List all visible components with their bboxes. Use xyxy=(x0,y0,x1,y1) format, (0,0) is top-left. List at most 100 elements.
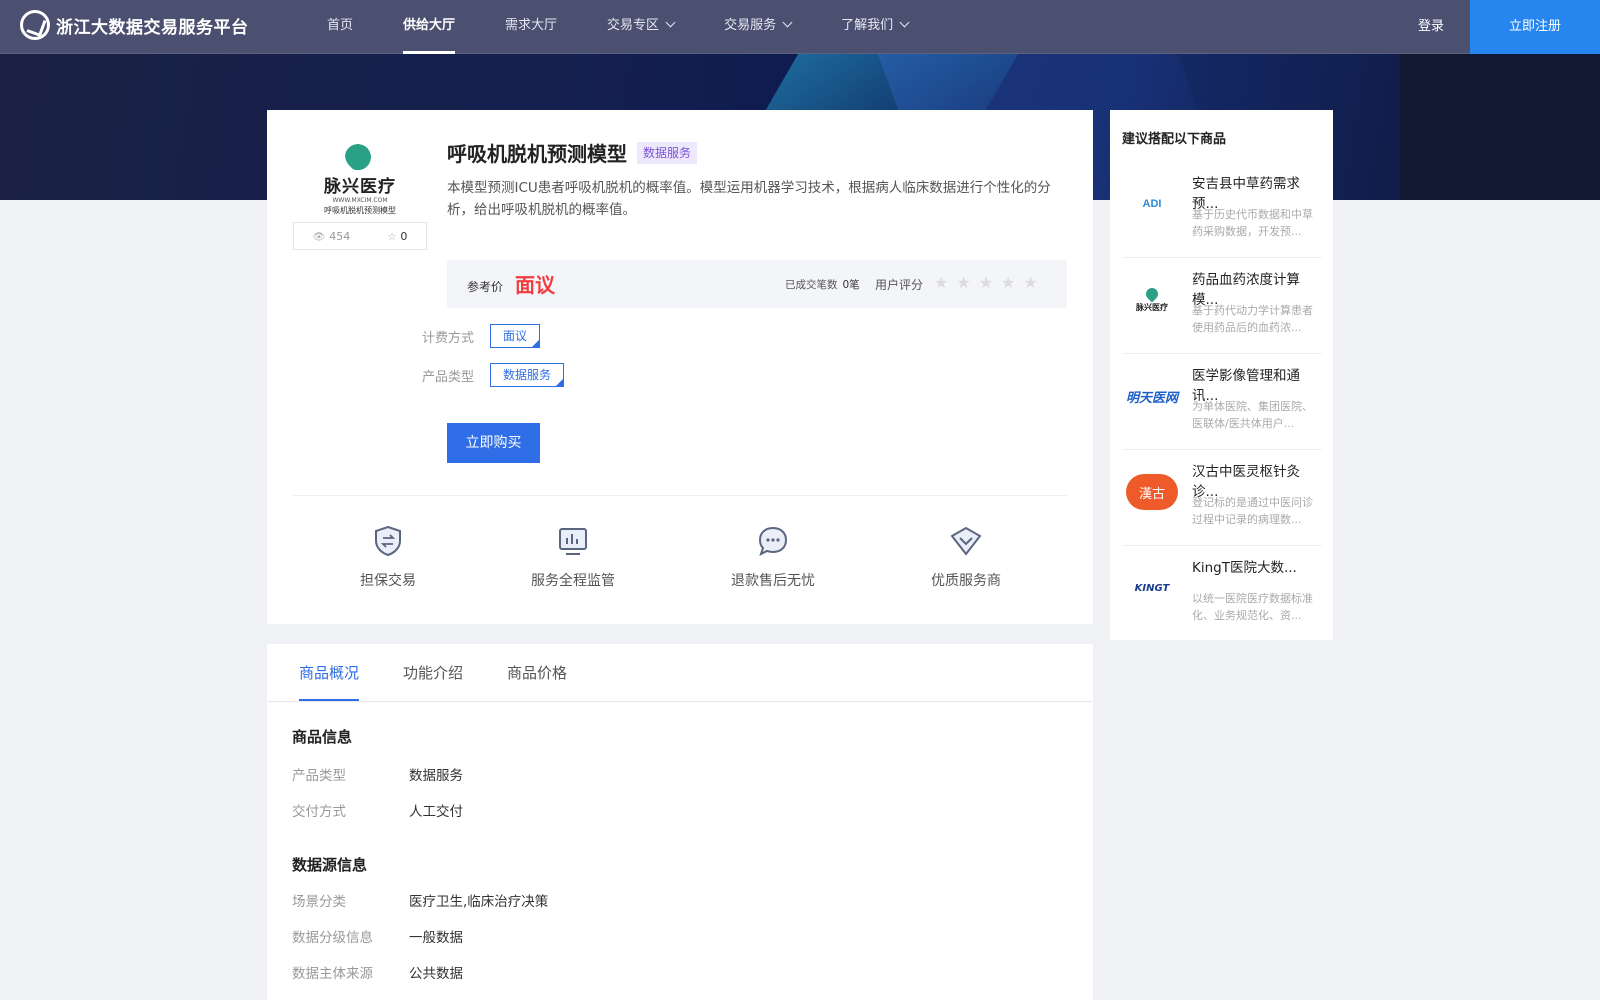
feature-supervision: 服务全程监管 xyxy=(513,524,633,590)
shield-exchange-icon xyxy=(375,525,401,557)
price-label: 参考价 xyxy=(467,280,504,294)
feature-label: 服务全程监管 xyxy=(531,573,615,589)
recommend-item[interactable]: ADI 安吉县中草药需求预... 基于历史代币数据和中草药采购数据，开发预... xyxy=(1122,162,1322,258)
detail-value: 一般数据 xyxy=(409,930,463,946)
logo-icon xyxy=(20,10,50,40)
feature-refund: 退款售后无忧 xyxy=(713,524,833,590)
logo-text: 浙江大数据交易服务平台 xyxy=(56,17,249,38)
product-title: 呼吸机脱机预测模型 xyxy=(447,142,627,166)
chevron-down-icon xyxy=(665,17,676,28)
recommend-item[interactable]: 脉兴医疗 药品血药浓度计算模... 基于药代动力学计算患者使用药品后的血药浓..… xyxy=(1122,258,1322,354)
logo-text: 明天医网 xyxy=(1125,390,1178,406)
main-nav: 首页 供给大厅 需求大厅 交易专区 交易服务 了解我们 xyxy=(327,0,958,54)
deals-label: 已成交笔数 xyxy=(785,279,838,291)
chevron-down-icon xyxy=(782,17,793,28)
views-value: 454 xyxy=(329,229,351,243)
nav-item-trade-service[interactable]: 交易服务 xyxy=(724,0,793,54)
nav-item-trade-zone[interactable]: 交易专区 xyxy=(607,0,676,54)
logo-text: ADI xyxy=(1142,198,1162,210)
tab-pricing[interactable]: 商品价格 xyxy=(507,662,567,699)
detail-key: 数据分级信息 xyxy=(292,930,373,946)
leaf-logo-icon xyxy=(338,133,382,177)
detail-value: 人工交付 xyxy=(409,804,463,820)
recommend-item[interactable]: 明天医网 医学影像管理和通讯... 为单体医院、集团医院、医联体/医共体用户..… xyxy=(1122,354,1322,450)
chevron-down-icon xyxy=(899,17,910,28)
rating-stars: ★ ★ ★ ★ ★ xyxy=(934,273,1046,292)
favorite-count[interactable]: ☆ 0 xyxy=(387,230,407,243)
feature-guarantee: 担保交易 xyxy=(328,524,448,590)
nav-label: 交易服务 xyxy=(724,18,777,33)
nav-item-home[interactable]: 首页 xyxy=(327,0,353,54)
price-value: 面议 xyxy=(515,273,555,297)
detail-key: 场景分类 xyxy=(292,894,346,910)
star-icon: ★ xyxy=(1023,273,1038,292)
recommend-panel: 建议搭配以下商品 ADI 安吉县中草药需求预... 基于历史代币数据和中草药采购… xyxy=(1110,110,1333,640)
recommend-item[interactable]: KINGT KingT医院大数... 以统一医院医疗数据标准化、业务规范化、资.… xyxy=(1122,546,1322,642)
chat-bubble-icon xyxy=(758,526,788,556)
nav-label: 供给大厅 xyxy=(403,18,456,33)
deals-value: 0笔 xyxy=(842,279,860,291)
section-title-data-source: 数据源信息 xyxy=(292,856,368,874)
feature-label: 优质服务商 xyxy=(931,573,1001,589)
recommend-title: 建议搭配以下商品 xyxy=(1122,132,1227,147)
divider xyxy=(293,495,1067,496)
product-logo: 脉兴医疗 WWW.MXCIM.COM 呼吸机脱机预测模型 xyxy=(293,133,427,218)
star-icon: ★ xyxy=(978,273,994,292)
billing-chip[interactable]: 面议 xyxy=(490,324,541,348)
product-thumbnail: 明天医网 xyxy=(1122,374,1182,418)
nav-label: 了解我们 xyxy=(841,18,894,33)
favorites-value: 0 xyxy=(400,229,408,243)
detail-value: 数据服务 xyxy=(409,768,463,784)
type-label: 产品类型 xyxy=(422,370,475,385)
nav-label: 首页 xyxy=(327,18,354,33)
product-tag: 数据服务 xyxy=(637,142,698,164)
detail-value: 公共数据 xyxy=(409,966,463,982)
star-icon: ★ xyxy=(1001,273,1016,292)
logo-text: 漢古 xyxy=(1126,474,1178,510)
price-box: 参考价 面议 已成交笔数 0笔 用户评分 ★ ★ ★ ★ ★ xyxy=(447,260,1067,308)
product-thumbnail: 漢古 xyxy=(1122,470,1182,514)
recommend-item-name: KingT医院大数... xyxy=(1192,560,1297,576)
nav-item-demand-hall[interactable]: 需求大厅 xyxy=(505,0,557,54)
buy-now-button[interactable]: 立即购买 xyxy=(447,423,540,463)
detail-key: 产品类型 xyxy=(292,768,346,784)
register-button[interactable]: 立即注册 xyxy=(1470,0,1600,54)
billing-label: 计费方式 xyxy=(422,331,475,346)
login-link[interactable]: 登录 xyxy=(1418,0,1444,54)
feature-label: 担保交易 xyxy=(360,573,416,589)
tab-features[interactable]: 功能介绍 xyxy=(403,662,463,699)
detail-key: 数据主体来源 xyxy=(292,966,373,982)
logo-text: 脉兴医疗 xyxy=(1136,302,1168,312)
tab-bar: 商品概况 功能介绍 商品价格 xyxy=(267,644,1093,702)
star-icon: ★ xyxy=(956,273,971,292)
deals-count: 已成交笔数 0笔 xyxy=(785,277,860,292)
product-thumbnail: KINGT xyxy=(1122,566,1182,610)
feature-label: 退款售后无忧 xyxy=(731,573,815,589)
type-chip[interactable]: 数据服务 xyxy=(490,363,565,387)
nav-item-supply-hall[interactable]: 供给大厅 xyxy=(403,0,456,54)
leaf-logo-icon xyxy=(1143,285,1161,302)
section-title-product-info: 商品信息 xyxy=(292,728,353,746)
star-icon: ★ xyxy=(934,273,949,292)
view-count: 👁 454 xyxy=(313,230,351,243)
logo-text: KINGT xyxy=(1134,582,1170,594)
recommend-item-desc: 以统一医院医疗数据标准化、业务规范化、资... xyxy=(1192,592,1313,622)
recommend-item-desc: 基于药代动力学计算患者使用药品后的血药浓... xyxy=(1192,304,1313,334)
recommend-item-desc: 登记标的是通过中医问诊过程中记录的病理数... xyxy=(1192,496,1313,526)
rating-label: 用户评分 xyxy=(875,278,924,292)
nav-item-about-us[interactable]: 了解我们 xyxy=(841,0,910,54)
tab-overview[interactable]: 商品概况 xyxy=(299,662,360,701)
feature-list: 担保交易 服务全程监管 退款售后无忧 优质服务商 xyxy=(293,510,1067,610)
feature-quality: 优质服务商 xyxy=(906,524,1026,590)
top-header: 浙江大数据交易服务平台 首页 供给大厅 需求大厅 交易专区 交易服务 了解我们 … xyxy=(0,0,1600,54)
monitor-chart-icon xyxy=(559,528,587,555)
product-card: 脉兴医疗 WWW.MXCIM.COM 呼吸机脱机预测模型 👁 454 ☆ 0 呼吸机… xyxy=(267,110,1093,624)
nav-label: 交易专区 xyxy=(607,18,660,33)
product-thumbnail: 脉兴医疗 xyxy=(1122,278,1182,322)
eye-icon: 👁 xyxy=(312,231,326,243)
detail-key: 交付方式 xyxy=(292,804,346,820)
product-description: 本模型预测ICU患者呼吸机脱机的概率值。模型运用机器学习技术，根据病人临床数据进… xyxy=(447,180,1051,218)
recommend-item[interactable]: 漢古 汉古中医灵枢针灸诊... 登记标的是通过中医问诊过程中记录的病理数... xyxy=(1122,450,1322,546)
nav-label: 需求大厅 xyxy=(505,18,558,33)
site-logo[interactable]: 浙江大数据交易服务平台 xyxy=(20,10,249,40)
